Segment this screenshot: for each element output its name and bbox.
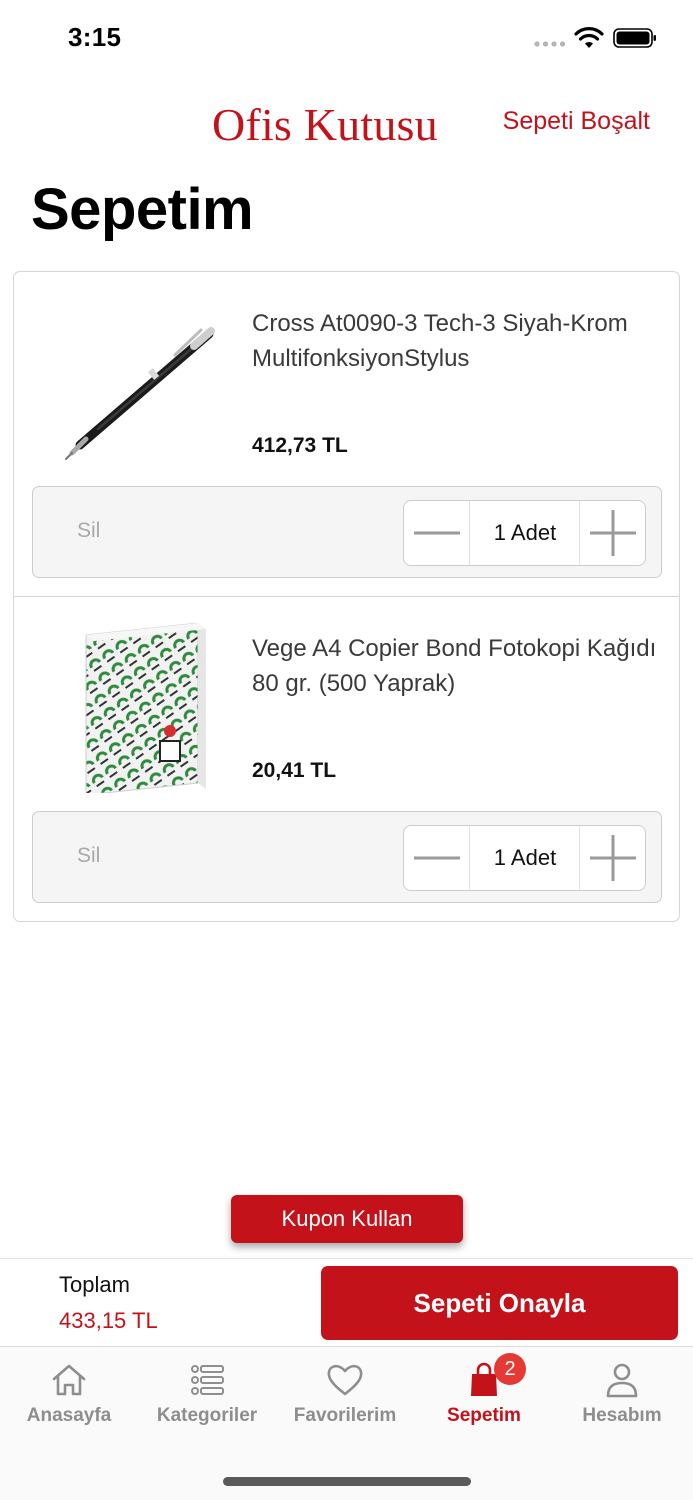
remove-button[interactable]: Sil (77, 519, 100, 543)
product-price: 412,73 TL (252, 434, 348, 457)
plus-icon (590, 835, 636, 881)
decrease-button[interactable] (404, 826, 470, 890)
decrease-button[interactable] (404, 501, 470, 565)
empty-cart-button[interactable]: Sepeti Boşalt (503, 107, 650, 136)
increase-button[interactable] (579, 501, 645, 565)
plus-icon (590, 510, 636, 556)
status-time: 3:15 (68, 22, 122, 52)
product-name[interactable]: Cross At0090-3 Tech-3 Siyah-Krom Multifo… (252, 306, 672, 376)
quantity-stepper: 1 Adet (403, 825, 646, 891)
tab-label: Anasayfa (26, 1405, 112, 1426)
minus-icon (414, 856, 460, 860)
increase-button[interactable] (579, 826, 645, 890)
tab-label: Hesabım (582, 1405, 662, 1426)
minus-icon (414, 531, 460, 535)
total-value: 433,15 TL (59, 1308, 158, 1333)
product-name[interactable]: Vege A4 Copier Bond Fotokopi Kağıdı 80 g… (252, 631, 672, 701)
tab-label: Kategoriler (156, 1405, 258, 1426)
tab-label: Favorilerim (293, 1405, 397, 1426)
tab-account[interactable]: Hesabım (553, 1347, 691, 1447)
home-icon (52, 1364, 86, 1396)
pen-image[interactable] (58, 298, 228, 468)
item-actions: Sil 1 Adet (32, 811, 662, 903)
cart-list: Cross At0090-3 Tech-3 Siyah-Krom Multifo… (13, 271, 680, 922)
item-actions: Sil 1 Adet (32, 486, 662, 578)
battery-icon (613, 28, 656, 48)
checkout-bar: Toplam 433,15 TL Sepeti Onayla (0, 1258, 693, 1347)
total-label: Toplam (59, 1272, 130, 1297)
cart-item: Vege A4 Copier Bond Fotokopi Kağıdı 80 g… (14, 597, 679, 921)
home-indicator (223, 1477, 471, 1486)
cellular-signal-icon (534, 41, 566, 47)
quantity-value: 1 Adet (493, 520, 557, 545)
cart-count-badge: 2 (494, 1353, 526, 1385)
heart-icon (327, 1364, 363, 1396)
quantity-stepper: 1 Adet (403, 500, 646, 566)
list-icon (191, 1365, 224, 1395)
paper-ream-image[interactable] (58, 623, 228, 793)
brand-logo: Ofis Kutusu (212, 99, 438, 150)
user-icon (606, 1363, 638, 1398)
use-coupon-button[interactable]: Kupon Kullan (231, 1195, 463, 1243)
wifi-icon (574, 27, 604, 48)
tab-cart[interactable]: 2 Sepetim (415, 1347, 553, 1447)
product-price: 20,41 TL (252, 759, 337, 782)
page-title: Sepetim (31, 177, 254, 242)
tab-home[interactable]: Anasayfa (0, 1347, 138, 1447)
remove-button[interactable]: Sil (77, 844, 100, 868)
confirm-cart-button[interactable]: Sepeti Onayla (321, 1266, 678, 1340)
tab-favorites[interactable]: Favorilerim (276, 1347, 414, 1447)
quantity-value: 1 Adet (493, 845, 557, 870)
tab-label: Sepetim (447, 1405, 521, 1426)
status-bar: 3:15 (0, 0, 693, 78)
tab-categories[interactable]: Kategoriler (138, 1347, 276, 1447)
cart-item: Cross At0090-3 Tech-3 Siyah-Krom Multifo… (14, 272, 679, 597)
